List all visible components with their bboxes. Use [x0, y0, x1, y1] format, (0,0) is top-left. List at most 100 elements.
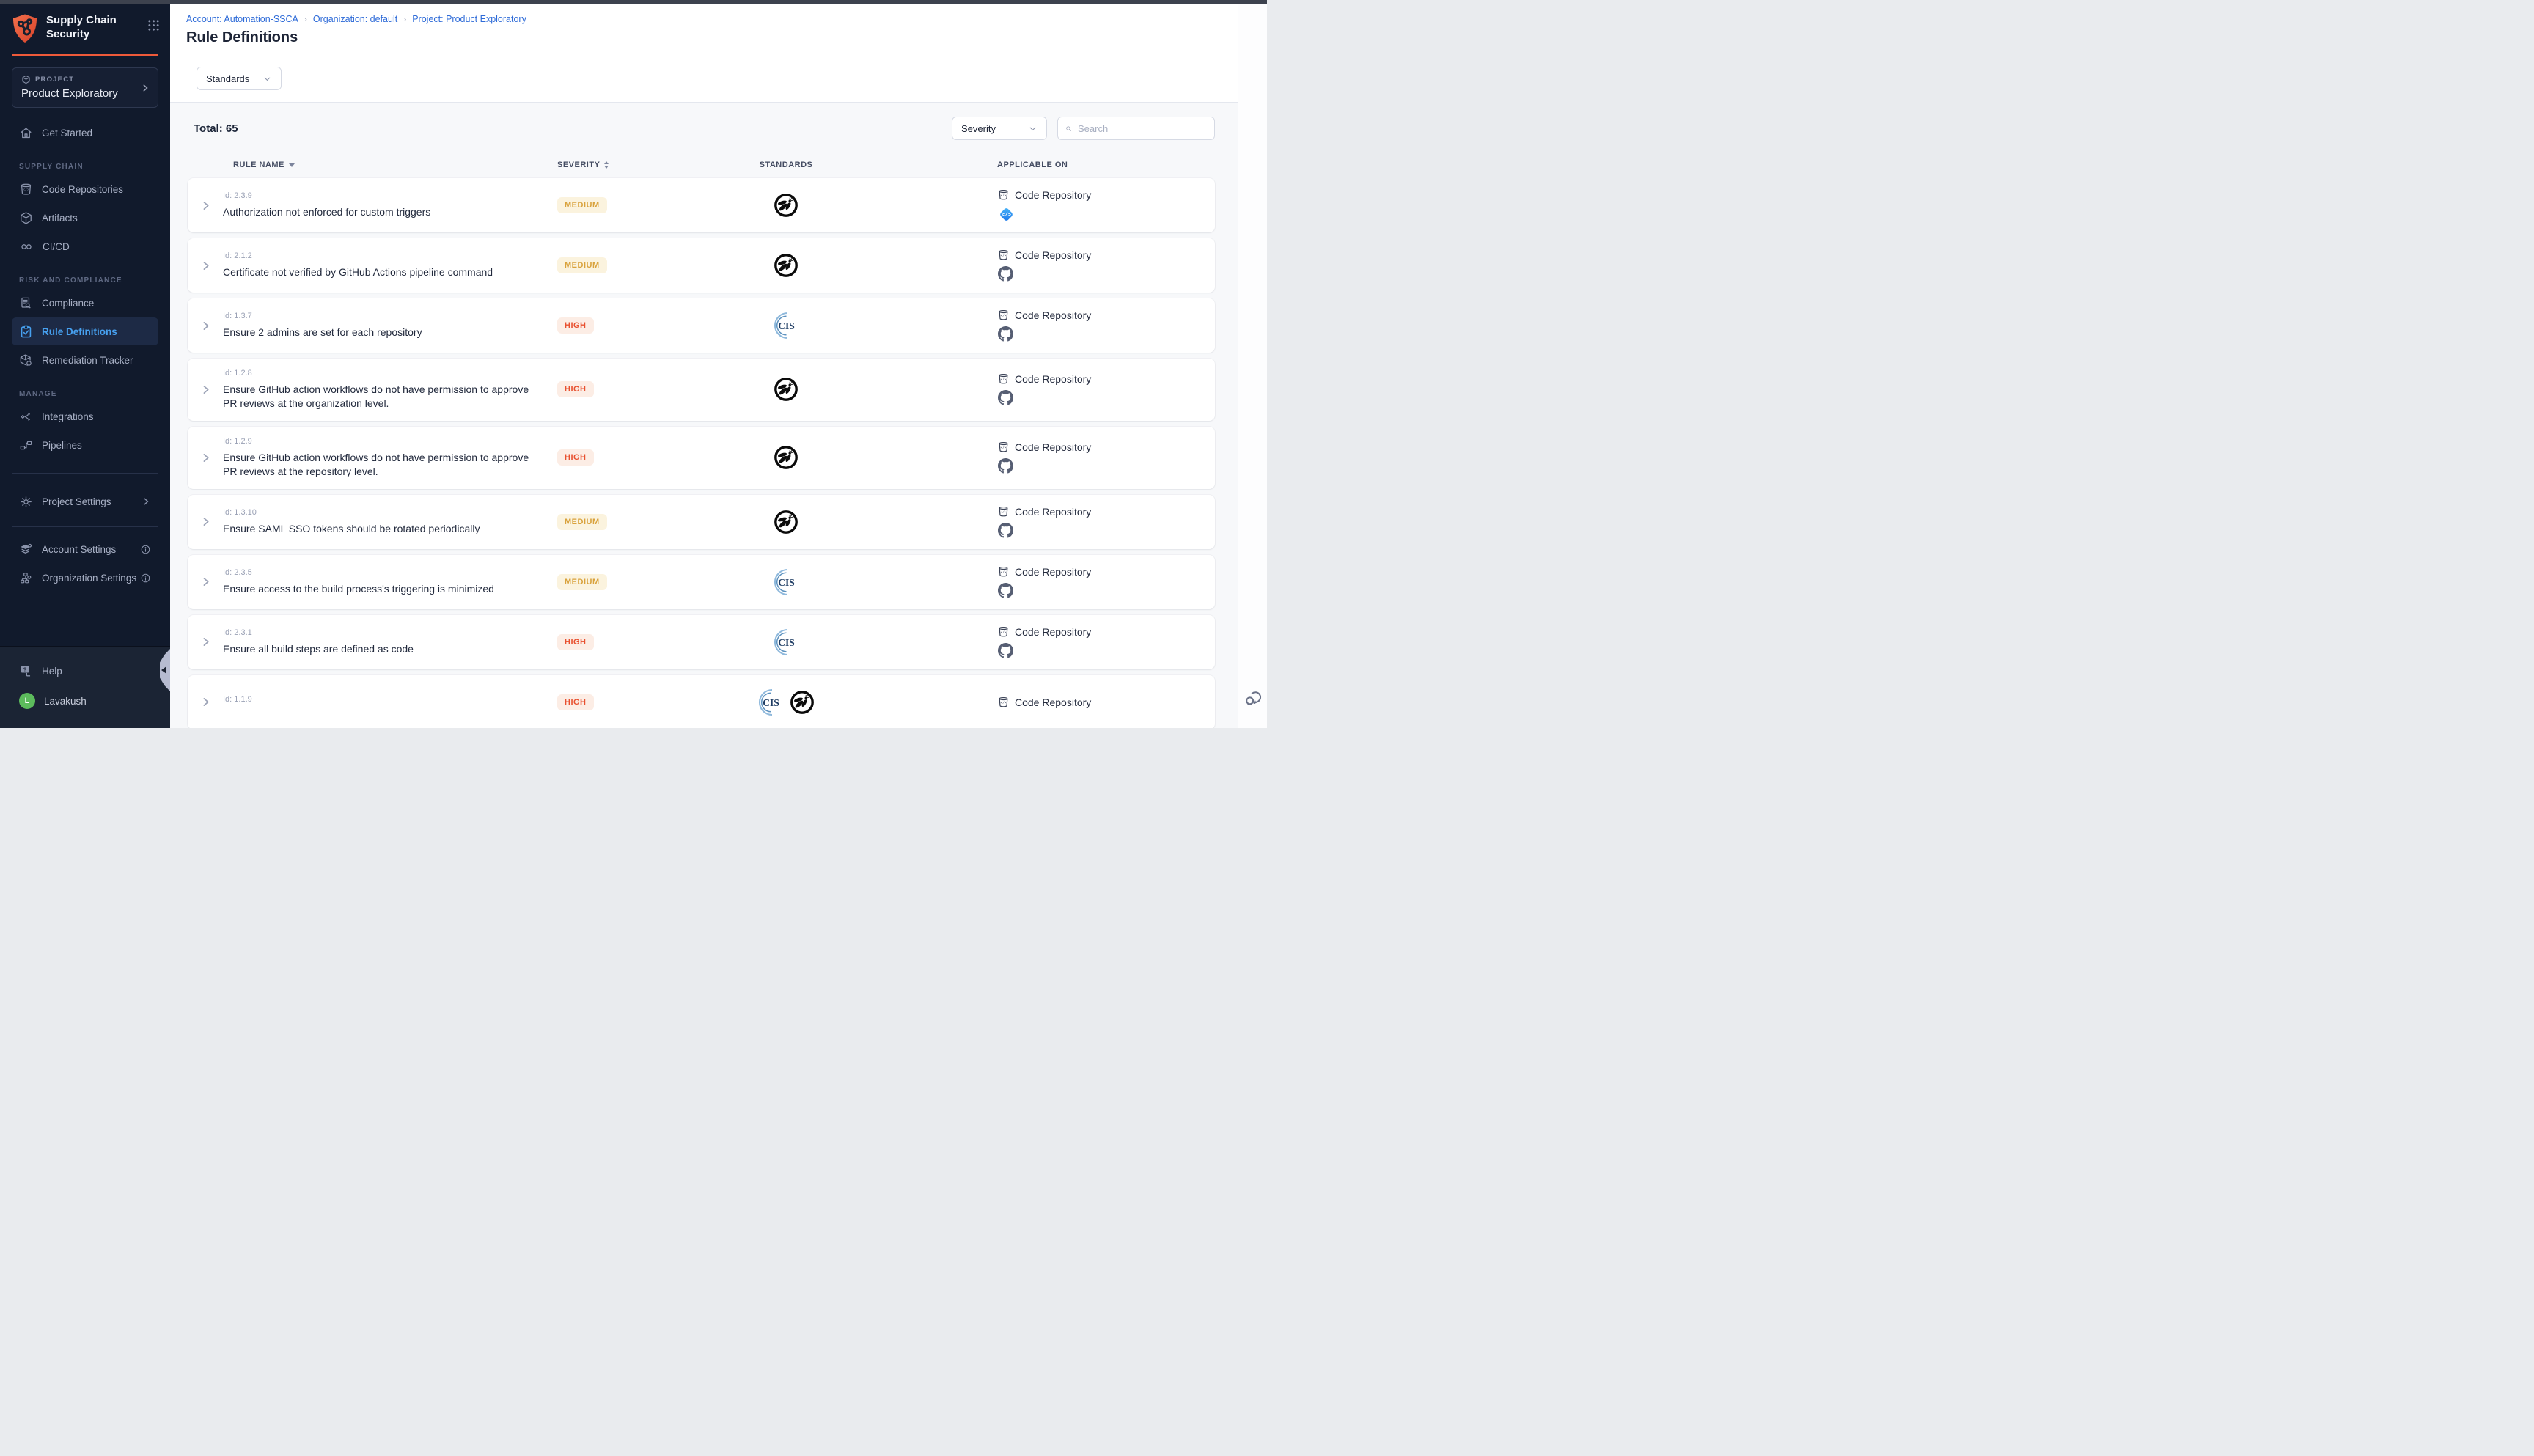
applicable-on-label: Code Repository: [1015, 506, 1091, 518]
app-window: Supply Chain Security PROJECT Product: [0, 0, 1267, 728]
sidebar-item-label: Account Settings: [42, 544, 116, 555]
code-repo-icon: </>: [19, 183, 33, 196]
github-icon: [998, 326, 1215, 342]
applicable-on-label: Code Repository: [1015, 373, 1091, 385]
owasp-icon: [771, 443, 801, 472]
table-row[interactable]: Id: 1.2.8Ensure GitHub action workflows …: [188, 359, 1215, 421]
page-title: Rule Definitions: [170, 24, 1238, 56]
table-row[interactable]: Id: 2.3.9Authorization not enforced for …: [188, 178, 1215, 232]
sidebar-item-compliance[interactable]: Compliance: [12, 289, 158, 317]
code-repository-icon: </>: [997, 696, 1010, 709]
sidebar-item-organization-settings[interactable]: Organization Settings: [12, 564, 158, 592]
table-row[interactable]: Id: 1.3.7Ensure 2 admins are set for eac…: [188, 298, 1215, 353]
svg-text:</>: </>: [1001, 194, 1007, 198]
table-row[interactable]: Id: 2.3.1Ensure all build steps are defi…: [188, 615, 1215, 669]
sidebar-item-label: Get Started: [42, 128, 92, 139]
expand-row-icon[interactable]: [199, 576, 212, 588]
svg-text:CIS: CIS: [778, 320, 795, 331]
severity-badge: HIGH: [557, 381, 594, 397]
table-row[interactable]: Id: 1.2.9Ensure GitHub action workflows …: [188, 427, 1215, 489]
sidebar-item-rule-definitions[interactable]: Rule Definitions: [12, 317, 158, 345]
table-header-row: RULE NAME SEVERITY STANDARDS APPLICABLE …: [188, 161, 1215, 169]
svg-text:</>: </>: [23, 188, 29, 192]
info-icon[interactable]: [140, 544, 151, 555]
breadcrumb-link[interactable]: Account: Automation-SSCA: [186, 14, 298, 24]
sidebar-item-help[interactable]: ? Help: [12, 656, 158, 685]
expand-row-icon[interactable]: [199, 320, 212, 332]
rule-id: Id: 2.1.2: [223, 251, 557, 260]
clipboard-check-icon: [19, 325, 33, 339]
rule-id: Id: 1.1.9: [223, 695, 557, 704]
rule-id: Id: 1.2.8: [223, 369, 557, 378]
table-row[interactable]: Id: 1.1.9HIGHCIS</>Code Repository: [188, 675, 1215, 728]
home-icon: [19, 126, 33, 140]
info-icon[interactable]: [140, 573, 151, 584]
svg-text:</>: </>: [1001, 378, 1007, 382]
expand-row-icon[interactable]: [199, 260, 212, 272]
user-name: Lavakush: [44, 696, 87, 707]
pipelines-icon: [19, 438, 33, 452]
rule-name: Authorization not enforced for custom tr…: [223, 205, 531, 219]
project-selector[interactable]: PROJECT Product Exploratory: [12, 67, 158, 108]
expand-row-icon[interactable]: [199, 199, 212, 212]
help-label: Help: [42, 666, 62, 677]
severity-badge: HIGH: [557, 317, 594, 334]
table-row[interactable]: Id: 2.3.5 Ensure access to the build proc…: [188, 555, 1215, 609]
chevron-down-icon: [262, 74, 272, 84]
sidebar-item-label: Code Repositories: [42, 184, 123, 195]
owasp-icon: [771, 251, 801, 280]
search-box: [1057, 117, 1215, 140]
column-header-rule-name[interactable]: RULE NAME: [223, 161, 557, 169]
column-header-applicable-on: APPLICABLE ON: [905, 161, 1215, 169]
svg-text:</>: </>: [1001, 570, 1007, 574]
svg-text:</>: </>: [1002, 213, 1011, 218]
severity-dropdown[interactable]: Severity: [952, 117, 1047, 140]
github-icon: [998, 266, 1215, 282]
search-input[interactable]: [1078, 123, 1207, 134]
rule-name: Ensure access to the build process's tri…: [223, 582, 531, 596]
rule-name: Ensure SAML SSO tokens should be rotated…: [223, 522, 531, 536]
sidebar-item-project-settings[interactable]: Project Settings: [12, 488, 158, 515]
chat-widget-icon[interactable]: [1243, 688, 1263, 707]
module-grid-icon[interactable]: [147, 19, 160, 32]
sidebar-item-get-started[interactable]: Get Started: [12, 119, 158, 147]
sidebar-item-account-settings[interactable]: Account Settings: [12, 535, 158, 563]
sidebar-item-user[interactable]: L Lavakush: [12, 686, 158, 716]
expand-row-icon[interactable]: [199, 636, 212, 648]
sidebar-item-pipelines[interactable]: Pipelines: [12, 431, 158, 459]
column-header-severity[interactable]: SEVERITY: [557, 161, 667, 169]
code-repository-icon: </>: [997, 309, 1010, 322]
sidebar-item-label: CI/CD: [43, 241, 70, 252]
severity-badge: MEDIUM: [557, 197, 607, 213]
sidebar-item-label: Organization Settings: [42, 573, 136, 584]
sidebar-item-remediation-tracker[interactable]: Remediation Tracker: [12, 346, 158, 374]
right-side-panel: [1238, 4, 1267, 728]
rule-name: Ensure all build steps are defined as co…: [223, 642, 531, 656]
rule-id: Id: 2.3.5: [223, 568, 557, 577]
remediation-box-icon: [19, 353, 33, 367]
owasp-icon: [771, 507, 801, 537]
sidebar-item-code-repositories[interactable]: </> Code Repositories: [12, 175, 158, 203]
standards-dropdown-label: Standards: [206, 73, 249, 84]
github-icon: [998, 643, 1215, 659]
breadcrumb-link[interactable]: Project: Product Exploratory: [412, 14, 526, 24]
sidebar-item-label: Project Settings: [42, 496, 111, 507]
sidebar-item-ci-cd[interactable]: CI/CD: [12, 232, 158, 260]
github-icon: [998, 583, 1215, 599]
expand-row-icon[interactable]: [199, 696, 212, 708]
breadcrumb: Account: Automation-SSCA›Organization: d…: [170, 4, 1238, 24]
expand-row-icon[interactable]: [199, 383, 212, 396]
page-header: Account: Automation-SSCA›Organization: d…: [170, 4, 1238, 103]
chevron-right-icon: [140, 83, 150, 93]
table-row[interactable]: Id: 1.3.10Ensure SAML SSO tokens should …: [188, 495, 1215, 549]
expand-row-icon[interactable]: [199, 515, 212, 528]
expand-row-icon[interactable]: [199, 452, 212, 464]
table-row[interactable]: Id: 2.1.2Certificate not verified by Git…: [188, 238, 1215, 293]
standards-dropdown[interactable]: Standards: [197, 67, 282, 90]
sidebar-item-artifacts[interactable]: Artifacts: [12, 204, 158, 232]
sidebar-item-integrations[interactable]: Integrations: [12, 402, 158, 430]
org-chart-icon: [19, 571, 33, 585]
breadcrumb-link[interactable]: Organization: default: [313, 14, 397, 24]
chevron-right-icon: [141, 496, 151, 507]
nav-section-label: MANAGE: [0, 390, 170, 398]
